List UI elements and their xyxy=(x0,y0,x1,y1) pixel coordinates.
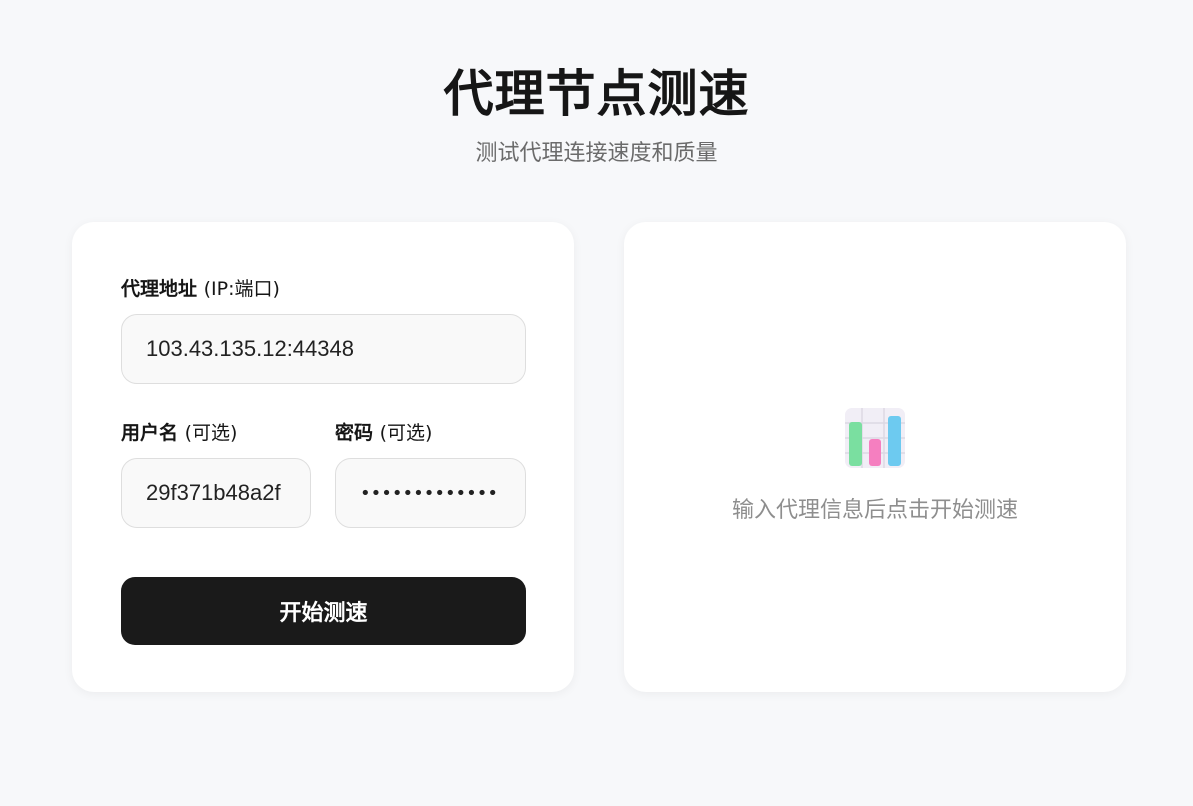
password-input[interactable]: ••••••••••••• xyxy=(335,458,526,528)
page: 代理节点测速 测试代理连接速度和质量 代理地址 (IP:端口) 103.43.1… xyxy=(0,0,1193,806)
password-label: 密码 (可选) xyxy=(335,418,432,445)
page-title: 代理节点测速 xyxy=(443,65,750,123)
bar-chart-icon xyxy=(845,408,905,468)
password-hint: (可选) xyxy=(379,422,433,444)
proxy-address-label: 代理地址 (IP:端口) xyxy=(121,274,280,301)
result-card: 输入代理信息后点击开始测速 xyxy=(624,222,1126,692)
proxy-address-value: 103.43.135.12:44348 xyxy=(146,336,354,361)
result-empty-text: 输入代理信息后点击开始测速 xyxy=(731,498,1018,523)
page-header: 代理节点测速 测试代理连接速度和质量 xyxy=(0,62,1193,168)
username-label: 用户名 (可选) xyxy=(121,418,237,445)
proxy-form-card: 代理地址 (IP:端口) 103.43.135.12:44348 用户名 (可选… xyxy=(72,222,574,692)
page-subtitle: 测试代理连接速度和质量 xyxy=(475,141,718,166)
proxy-address-label-text: 代理地址 xyxy=(121,278,198,300)
username-value: 29f371b48a2f xyxy=(146,480,281,505)
password-label-text: 密码 xyxy=(335,422,374,444)
proxy-address-input[interactable]: 103.43.135.12:44348 xyxy=(121,314,526,384)
username-label-text: 用户名 xyxy=(121,422,179,444)
proxy-address-hint: (IP:端口) xyxy=(203,278,280,300)
start-test-button[interactable]: 开始测速 xyxy=(121,577,526,645)
username-hint: (可选) xyxy=(184,422,238,444)
username-input[interactable]: 29f371b48a2f xyxy=(121,458,311,528)
password-value: ••••••••••••• xyxy=(360,482,499,504)
